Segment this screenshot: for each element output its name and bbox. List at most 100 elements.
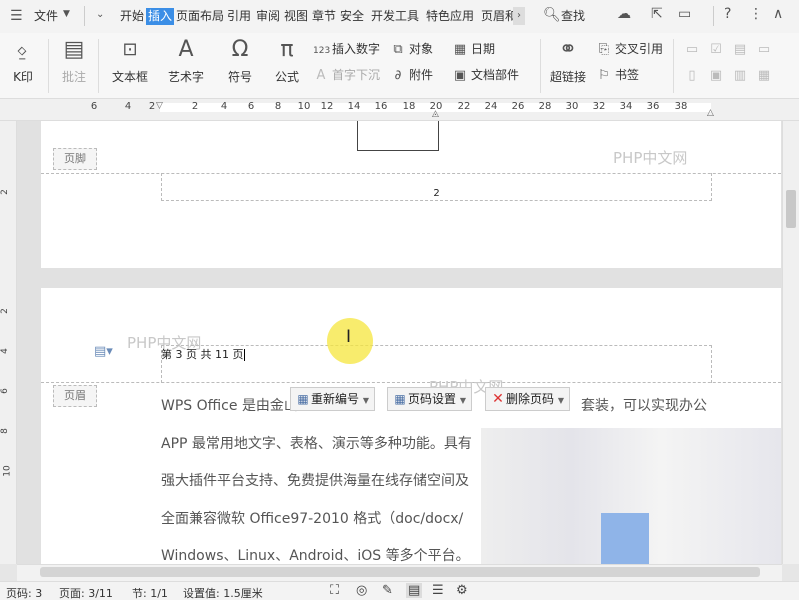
ruler-tick-label: 14 [347, 101, 361, 112]
header-text[interactable]: 第 3 页 共 11 页 [161, 346, 246, 362]
body-line-4[interactable]: 全面兼容微软 Office97-2010 格式（doc/docx/ [161, 508, 463, 528]
search-label[interactable]: 查找 [561, 8, 585, 25]
toolbox-icon[interactable]: ▭ [678, 6, 691, 22]
delete-page-number-button[interactable]: ✕ 删除页码 ▼ [485, 387, 570, 411]
search-icon[interactable]: 🔍︎ [543, 7, 561, 23]
attachment-button[interactable]: ∂ 附件 [390, 66, 433, 84]
file-menu[interactable]: 文件 [34, 8, 58, 25]
ribbon-toolbar: ⍚ K印 ▤ 批注 ⊡ 文本框 A 艺术字 Ω 符号 π 公式 123 插入数字 … [0, 33, 799, 99]
page-view-icon[interactable]: ▤ [406, 583, 423, 598]
ruler-tick-label: 2 [191, 101, 199, 112]
form-control-8[interactable]: ▦ [756, 66, 775, 84]
quick-access-chevron-icon[interactable]: ⌄ [96, 9, 104, 20]
tab-home[interactable]: 开始 [120, 8, 144, 25]
tab-view[interactable]: 视图 [284, 8, 308, 25]
tab-review[interactable]: 审阅 [256, 8, 280, 25]
indent-marker-icon[interactable]: ▽ [156, 101, 163, 111]
more-icon[interactable]: ⋮ [749, 6, 763, 22]
vertical-scrollbar[interactable] [782, 121, 799, 564]
header-tag[interactable]: 页眉 [53, 385, 97, 407]
form-control-3[interactable]: ▤ [732, 40, 751, 58]
form-control-6[interactable]: ▣ [708, 66, 727, 84]
vertical-ruler-tick-label: 6 [0, 388, 10, 394]
footer-tag[interactable]: 页脚 [53, 148, 97, 170]
status-setting[interactable]: 设置值: 1.5厘米 [183, 585, 263, 600]
form-control-7[interactable]: ▥ [732, 66, 751, 84]
dropcap-button[interactable]: A 首字下沉 [313, 66, 380, 84]
pi-icon: π [280, 37, 294, 62]
right-indent-marker-icon[interactable]: △ [707, 108, 714, 118]
fullscreen-icon[interactable]: ⛶ [330, 583, 339, 598]
form-control-5[interactable]: ▯ [684, 66, 703, 84]
body-line-5[interactable]: Windows、Linux、Android、iOS 等多个平台。 [161, 545, 470, 565]
hamburger-icon[interactable]: ☰ [10, 8, 23, 24]
tab-insert[interactable]: 插入 [146, 8, 175, 25]
form-control-1[interactable]: ▭ [684, 40, 703, 58]
status-page-code[interactable]: 页码: 3 [6, 585, 42, 600]
outline-view-icon[interactable]: ☰ [432, 583, 444, 598]
text-cursor [244, 349, 246, 361]
form-control-4[interactable]: ▭ [756, 40, 775, 58]
vertical-ruler-tick-label: 2 [0, 189, 10, 195]
formula-button[interactable]: π 公式 [267, 33, 307, 85]
hyperlink-button[interactable]: ⚭ 超链接 [546, 33, 590, 85]
watermark-print-button[interactable]: ⍚ K印 [8, 33, 38, 85]
shape-box[interactable] [357, 121, 439, 151]
body-line-1-tail[interactable]: 套装，可以实现办公 [581, 395, 707, 415]
body-line-3[interactable]: 强大插件平台支持、免费提供海量在线存储空间及 [161, 470, 469, 490]
page-number-settings-button[interactable]: ▦ 页码设置 ▼ [387, 387, 472, 411]
tab-page-layout[interactable]: 页面布局 [176, 8, 224, 25]
symbol-button[interactable]: Ω 符号 [220, 33, 260, 85]
tabs-scroll-right-icon[interactable]: › [513, 7, 525, 25]
document-canvas: 页脚 PHP中文网 2 PHP中文网 ▤▾ 第 3 页 共 11 页 I 页眉 … [17, 121, 782, 564]
status-page[interactable]: 页面: 3/11 [59, 585, 113, 600]
comment-button[interactable]: ▤ 批注 [58, 33, 90, 85]
bookmark-button[interactable]: ⚐ 书签 [596, 66, 639, 84]
help-icon[interactable]: ? [724, 6, 731, 22]
chevron-down-icon[interactable]: ▼ [63, 9, 70, 19]
crossref-button[interactable]: ⎘ 交叉引用 [596, 40, 663, 58]
body-line-2[interactable]: APP 最常用地文字、表格、演示等多种功能。具有 [161, 433, 472, 453]
form-control-2[interactable]: ☑ [708, 40, 727, 58]
text-cursor-icon: I [346, 327, 352, 347]
ruler-tick-label: 26 [511, 101, 525, 112]
textbox-button[interactable]: ⊡ 文本框 [106, 33, 154, 85]
tab-security[interactable]: 安全 [340, 8, 364, 25]
ruler-tick-label: 32 [592, 101, 606, 112]
edit-mode-icon[interactable]: ✎ [382, 583, 393, 598]
tab-chapter[interactable]: 章节 [312, 8, 336, 25]
date-button[interactable]: ▦ 日期 [452, 40, 495, 58]
tab-stop-icon[interactable]: ◬ [432, 109, 439, 119]
chevron-down-icon: ▼ [557, 396, 564, 405]
focus-mode-icon[interactable]: ◎ [356, 583, 367, 598]
renumber-button[interactable]: ▦ 重新编号 ▼ [290, 387, 375, 411]
vertical-scroll-thumb[interactable] [786, 190, 796, 228]
header-options-icon[interactable]: ▤▾ [94, 344, 113, 359]
tab-developer[interactable]: 开发工具 [371, 8, 419, 25]
insert-number-button[interactable]: 123 插入数字 [313, 40, 380, 58]
status-section[interactable]: 节: 1/1 [132, 585, 168, 600]
tab-header-footer[interactable]: 页眉和 [481, 8, 517, 25]
wordart-button[interactable]: A 艺术字 [162, 33, 210, 85]
ruler-tick-label: 8 [274, 101, 282, 112]
tab-special[interactable]: 特色应用 [426, 8, 474, 25]
form-field-icon: ▭ [685, 42, 699, 57]
body-line-1[interactable]: WPS Office 是由金山 [161, 395, 298, 415]
object-button[interactable]: ⧉ 对象 [390, 40, 433, 58]
tab-references[interactable]: 引用 [227, 8, 251, 25]
divider [713, 6, 714, 26]
divider [98, 39, 99, 93]
ruler-tick-label: 10 [297, 101, 311, 112]
vertical-ruler-tick-label: 10 [2, 465, 13, 477]
horizontal-scroll-thumb[interactable] [40, 567, 760, 577]
button-control-icon: ▭ [757, 42, 771, 57]
page-3: PHP中文网 ▤▾ 第 3 页 共 11 页 I 页眉 PHP中文网 WPS O… [41, 288, 781, 564]
bookmark-icon: ⚐ [598, 68, 610, 83]
web-view-icon[interactable]: ⚙ [456, 583, 468, 598]
object-icon: ⧉ [393, 42, 403, 57]
share-icon[interactable]: ⇱ [651, 6, 663, 22]
doc-parts-button[interactable]: ▣ 文档部件 [452, 66, 519, 84]
collapse-ribbon-icon[interactable]: ∧ [773, 6, 783, 22]
ruler-tick-label: 36 [646, 101, 660, 112]
cloud-upload-icon[interactable]: ☁ [617, 6, 631, 22]
